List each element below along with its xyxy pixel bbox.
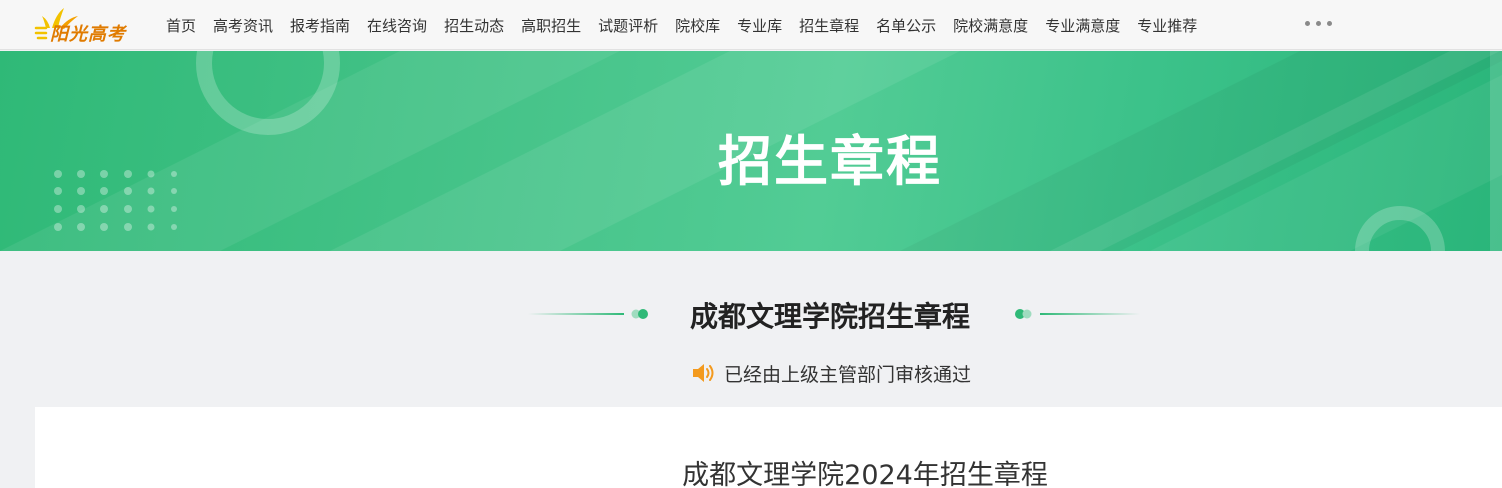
more-dots-icon[interactable] [1305,21,1332,26]
nav-item-major-satisfaction[interactable]: 专业满意度 [1045,15,1120,36]
nav-menu: 首页 高考资讯 报考指南 在线咨询 招生动态 高职招生 试题评析 院校库 专业库… [166,0,1214,50]
hero-banner: 招生章程 [0,51,1502,251]
top-nav: 阳光高考 首页 高考资讯 报考指南 在线咨询 招生动态 高职招生 试题评析 院校… [0,0,1502,50]
notice-text: 已经由上级主管部门审核通过 [724,363,972,386]
nav-item-major-library[interactable]: 专业库 [737,15,782,36]
document-title: 成都文理学院2024年招生章程 [682,460,1048,488]
nav-item-major-recommend[interactable]: 专业推荐 [1137,15,1197,36]
nav-item-school-library[interactable]: 院校库 [675,15,720,36]
nav-item-vocational[interactable]: 高职招生 [521,15,581,36]
nav-item-school-satisfaction[interactable]: 院校满意度 [953,15,1028,36]
nav-item-admission-news[interactable]: 招生动态 [444,15,504,36]
nav-item-admission-rules[interactable]: 招生章程 [799,15,859,36]
nav-item-home[interactable]: 首页 [166,15,196,36]
site-logo[interactable]: 阳光高考 [34,6,130,45]
nav-item-online-consult[interactable]: 在线咨询 [367,15,427,36]
page-heading: 成都文理学院招生章程 [689,300,970,333]
review-notice: 已经由上级主管部门审核通过 [690,360,971,386]
nav-item-public-list[interactable]: 名单公示 [876,15,936,36]
logo-text: 阳光高考 [50,24,126,45]
nav-item-gaokao-news[interactable]: 高考资讯 [213,15,273,36]
heading-deco-right-icon [1015,309,1140,319]
nav-item-exam-review[interactable]: 试题评析 [598,15,658,36]
content-card: 成都文理学院2024年招生章程 [35,407,1502,488]
speaker-icon [693,364,714,382]
nav-item-application-guide[interactable]: 报考指南 [290,15,350,36]
banner-title: 招生章程 [718,130,942,193]
